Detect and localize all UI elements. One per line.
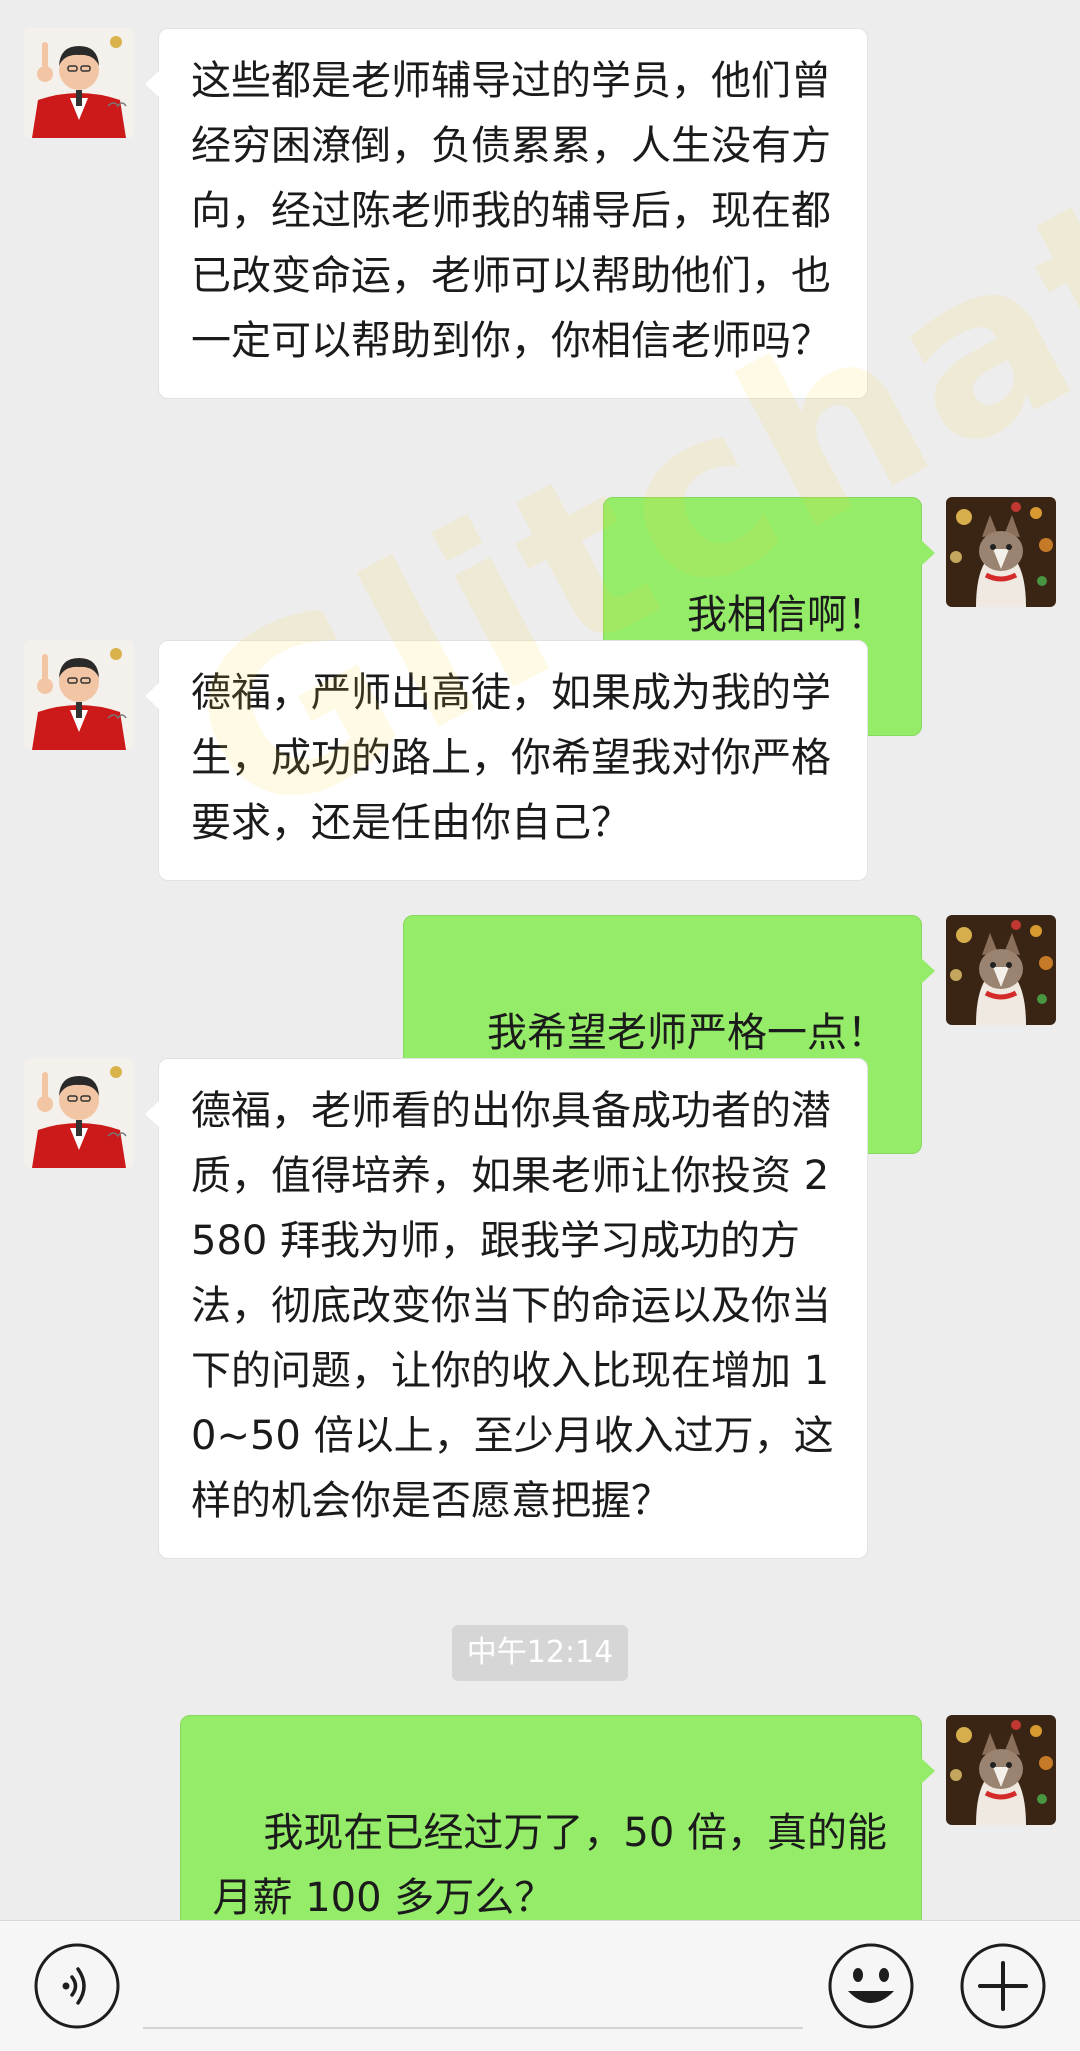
message-text: 我希望老师严格一点！ (487, 1010, 887, 1056)
teacher-avatar[interactable] (24, 28, 134, 138)
teacher-avatar[interactable] (24, 1058, 134, 1168)
plus-icon[interactable] (958, 1941, 1048, 2031)
emoji-icon[interactable] (826, 1941, 916, 2031)
message-text: 德福，严师出高徒，如果成为我的学生，成功的路上，你希望我对你严格要求，还是任由你… (191, 670, 831, 846)
message-text: 德福，老师看的出你具备成功者的潜质，值得培养，如果老师让你投资 2580 拜我为… (191, 1088, 834, 1524)
chat-timestamp: 中午12:14 (452, 1625, 628, 1681)
message-text: 我相信啊！ (687, 592, 887, 638)
user-avatar[interactable] (946, 497, 1056, 607)
user-avatar[interactable] (946, 915, 1056, 1025)
message-bubble-incoming[interactable]: 德福，老师看的出你具备成功者的潜质，值得培养，如果老师让你投资 2580 拜我为… (145, 1058, 868, 1559)
user-avatar[interactable] (946, 1715, 1056, 1825)
teacher-avatar[interactable] (24, 640, 134, 750)
chat-screen: 这些都是老师辅导过的学员，他们曾经穷困潦倒，负债累累，人生没有方向，经过陈老师我… (0, 0, 1080, 2051)
chat-input-bar (0, 1920, 1080, 2051)
message-text: 我现在已经过万了，50 倍，真的能 月薪 100 多万么？ (212, 1810, 887, 1921)
message-bubble-incoming[interactable]: 这些都是老师辅导过的学员，他们曾经穷困潦倒，负债累累，人生没有方向，经过陈老师我… (145, 28, 868, 399)
message-bubble-incoming[interactable]: 德福，严师出高徒，如果成为我的学生，成功的路上，你希望我对你严格要求，还是任由你… (145, 640, 868, 881)
message-input[interactable] (143, 2027, 803, 2029)
voice-icon[interactable] (32, 1941, 122, 2031)
message-text: 这些都是老师辅导过的学员，他们曾经穷困潦倒，负债累累，人生没有方向，经过陈老师我… (191, 58, 831, 364)
